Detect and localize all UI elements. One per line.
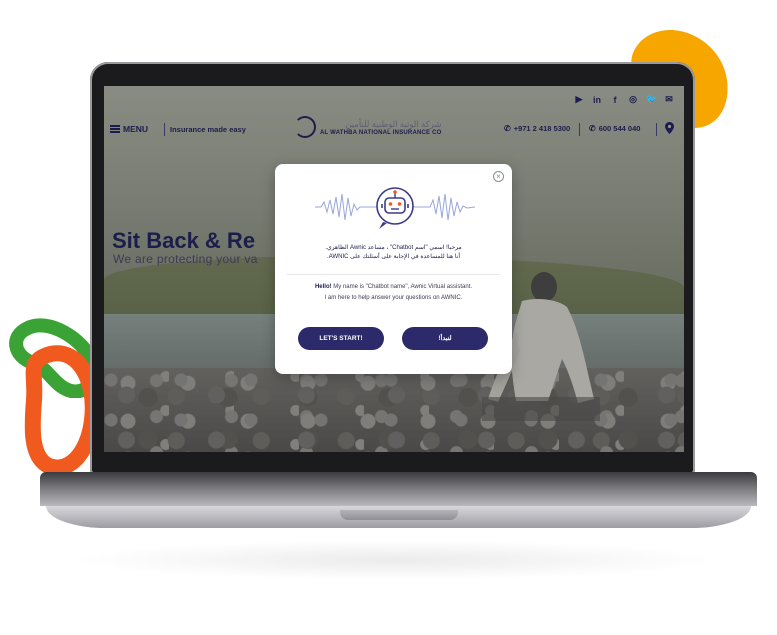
twitter-icon[interactable]: 🐦 bbox=[646, 94, 657, 105]
logo-arabic-text: شركة الوثبة الوطنية للتأمين bbox=[345, 118, 442, 129]
social-bar: ▶ in f ◎ 🐦 ✉ bbox=[574, 94, 674, 105]
laptop-keyboard-deck bbox=[40, 472, 757, 506]
hero-title: Sit Back & Re bbox=[112, 228, 256, 253]
chatbot-message-english: Hello! My name is "Chatbot name", Awnic … bbox=[287, 282, 500, 304]
chatbot-message-english-line2: I am here to help answer your questions … bbox=[324, 295, 463, 301]
header-divider bbox=[656, 123, 657, 136]
chatbot-message-arabic-line2: أنا هنا للمساعدة في الإجابة على أسئلتك ع… bbox=[327, 254, 460, 260]
laptop-shadow bbox=[70, 540, 720, 580]
hero-subtitle: We are protecting your va bbox=[113, 252, 258, 266]
facebook-icon[interactable]: f bbox=[610, 95, 620, 105]
lets-start-button[interactable]: LET'S START! bbox=[298, 327, 384, 350]
whatsapp-contact[interactable]: ✆ +971 2 418 5300 bbox=[504, 124, 570, 133]
menu-button[interactable]: MENU bbox=[110, 124, 148, 134]
chatbot-message-english-line1: My name is "Chatbot name", Awnic Virtual… bbox=[331, 284, 473, 290]
modal-divider bbox=[287, 274, 500, 275]
whatsapp-icon: ✆ bbox=[504, 124, 511, 133]
header-divider bbox=[579, 123, 580, 136]
chatbot-robot-icon bbox=[315, 187, 475, 229]
company-logo[interactable]: شركة الوثبة الوطنية للتأمين AL WATHBA NA… bbox=[294, 116, 442, 138]
lets-start-arabic-button[interactable]: لنبدأ! bbox=[402, 327, 488, 350]
close-icon[interactable]: × bbox=[493, 171, 504, 182]
laptop-screen: ▶ in f ◎ 🐦 ✉ MENU Insurance made easy شر… bbox=[104, 86, 684, 452]
chatbot-message-arabic-line1: مرحبا! اسمي "اسم Chatbot" ، مساعد Awnic … bbox=[325, 245, 462, 251]
logo-mark-icon bbox=[294, 116, 316, 138]
phone-number: 600 544 040 bbox=[598, 124, 641, 133]
chatbot-message-arabic: مرحبا! اسمي "اسم Chatbot" ، مساعد Awnic … bbox=[287, 244, 500, 262]
laptop-notch bbox=[340, 510, 458, 520]
logo-english-text: AL WATHBA NATIONAL INSURANCE CO bbox=[320, 129, 442, 136]
location-icon[interactable] bbox=[665, 122, 674, 134]
tagline: Insurance made easy bbox=[170, 125, 246, 134]
linkedin-icon[interactable]: in bbox=[592, 95, 602, 105]
site-header: MENU Insurance made easy شركة الوثبة الو… bbox=[104, 116, 684, 146]
hamburger-icon bbox=[110, 125, 120, 133]
email-icon[interactable]: ✉ bbox=[664, 94, 674, 105]
youtube-icon[interactable]: ▶ bbox=[574, 94, 584, 105]
phone-contact[interactable]: ✆ 600 544 040 bbox=[589, 124, 640, 133]
menu-label: MENU bbox=[123, 124, 149, 134]
instagram-icon[interactable]: ◎ bbox=[628, 94, 638, 105]
phone-icon: ✆ bbox=[589, 124, 596, 133]
whatsapp-number: +971 2 418 5300 bbox=[513, 124, 571, 133]
chatbot-modal: × مرحبا! اسمي "اسم Chatbot" ، مساعد Awni… bbox=[275, 164, 512, 374]
header-divider bbox=[164, 123, 165, 136]
laptop-base bbox=[40, 472, 757, 528]
chatbot-greeting: Hello! bbox=[314, 284, 332, 290]
